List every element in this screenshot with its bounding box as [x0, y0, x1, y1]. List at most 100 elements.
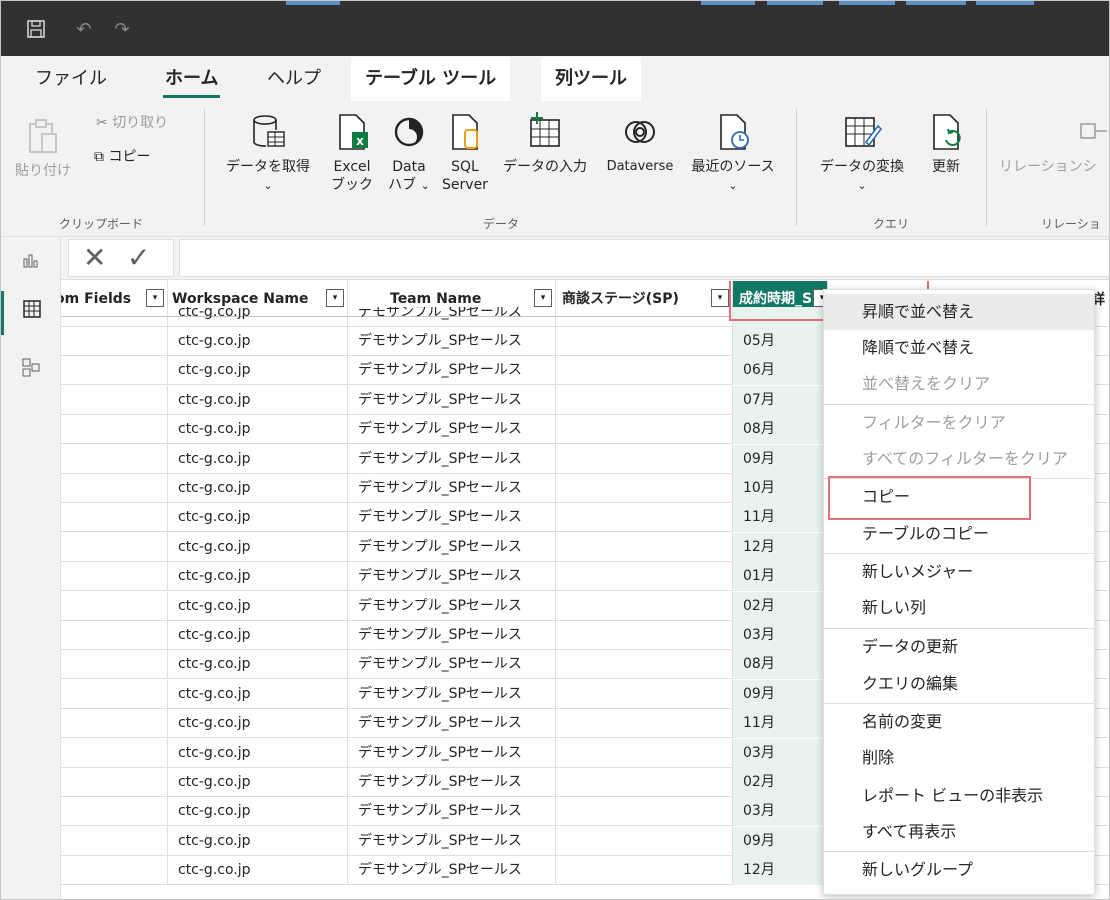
filter-dropdown-icon[interactable]: ▾: [534, 289, 552, 307]
table-cell[interactable]: デモサンプル_SPセールス: [348, 738, 556, 768]
table-cell[interactable]: 12月: [733, 532, 828, 562]
table-cell[interactable]: [61, 503, 168, 533]
table-cell[interactable]: [556, 474, 733, 503]
table-cell[interactable]: デモサンプル_SPセールス: [348, 621, 556, 650]
redo-icon[interactable]: ↷: [111, 19, 133, 41]
menu-item-new-measure[interactable]: 新しいメジャー: [824, 554, 1094, 590]
table-cell[interactable]: [61, 650, 168, 680]
tab-column-tools[interactable]: 列ツール: [541, 57, 641, 101]
table-cell[interactable]: デモサンプル_SPセールス: [348, 327, 556, 356]
table-cell[interactable]: デモサンプル_SPセールス: [348, 562, 556, 592]
table-cell[interactable]: [556, 562, 733, 592]
table-cell[interactable]: ctc-g.co.jp: [168, 474, 348, 503]
table-cell[interactable]: デモサンプル_SPセールス: [348, 503, 556, 533]
menu-item-rename[interactable]: 名前の変更: [824, 704, 1094, 740]
table-cell[interactable]: [556, 503, 733, 533]
table-cell[interactable]: デモサンプル_SPセールス: [348, 650, 556, 680]
table-cell[interactable]: [61, 709, 168, 739]
close-icon[interactable]: ✕: [83, 243, 106, 273]
check-icon[interactable]: ✓: [127, 243, 150, 273]
transform-data-button[interactable]: データの変換 ⌄: [806, 112, 918, 195]
table-cell[interactable]: 12月: [733, 856, 828, 886]
table-cell[interactable]: [61, 621, 168, 650]
menu-item-hide-in-report-view[interactable]: レポート ビューの非表示: [824, 778, 1094, 814]
formula-input[interactable]: [179, 239, 1109, 277]
table-cell[interactable]: デモサンプル_SPセールス: [348, 797, 556, 827]
filter-dropdown-icon[interactable]: ▾: [146, 289, 164, 307]
copy-button[interactable]: ⧉ コピー: [94, 148, 150, 166]
tab-home[interactable]: ホーム: [163, 66, 221, 98]
table-cell[interactable]: [61, 327, 168, 356]
table-cell[interactable]: ctc-g.co.jp: [168, 356, 348, 386]
table-cell[interactable]: 03月: [733, 797, 828, 827]
table-cell[interactable]: [556, 856, 733, 886]
table-cell[interactable]: [61, 415, 168, 445]
menu-item-edit-query[interactable]: クエリの編集: [824, 666, 1094, 702]
menu-item-delete[interactable]: 削除: [824, 740, 1094, 776]
sql-server-button[interactable]: SQL Server: [439, 112, 491, 194]
table-cell[interactable]: [556, 621, 733, 650]
excel-workbook-button[interactable]: x Excel ブック: [325, 112, 379, 194]
table-cell[interactable]: [61, 679, 168, 709]
table-cell[interactable]: 08月: [733, 415, 828, 445]
dataverse-button[interactable]: Dataverse: [601, 112, 679, 176]
table-cell[interactable]: 10月: [733, 474, 828, 503]
menu-item-refresh-data[interactable]: データの更新: [824, 629, 1094, 665]
table-cell[interactable]: 09月: [733, 444, 828, 474]
table-cell[interactable]: [556, 385, 733, 415]
table-cell[interactable]: デモサンプル_SPセールス: [348, 856, 556, 886]
paste-button[interactable]: 貼り付け: [13, 116, 73, 180]
table-cell[interactable]: [61, 474, 168, 503]
table-cell[interactable]: ctc-g.co.jp: [168, 591, 348, 621]
table-cell[interactable]: 03月: [733, 621, 828, 650]
table-cell[interactable]: ctc-g.co.jp: [168, 503, 348, 533]
table-cell[interactable]: [61, 532, 168, 562]
table-cell[interactable]: 05月: [733, 327, 828, 356]
menu-item-clear-sort[interactable]: 並べ替えをクリア: [824, 366, 1094, 402]
table-cell[interactable]: 11月: [733, 503, 828, 533]
table-cell[interactable]: ctc-g.co.jp: [168, 738, 348, 768]
table-cell[interactable]: デモサンプル_SPセールス: [348, 826, 556, 856]
menu-item-unhide-all[interactable]: すべて再表示: [824, 814, 1094, 850]
table-cell[interactable]: ctc-g.co.jp: [168, 562, 348, 592]
tab-file[interactable]: ファイル: [33, 66, 109, 92]
table-cell[interactable]: [61, 738, 168, 768]
table-cell[interactable]: 02月: [733, 591, 828, 621]
table-cell[interactable]: [556, 327, 733, 356]
table-cell[interactable]: 09月: [733, 826, 828, 856]
table-cell[interactable]: ctc-g.co.jp: [168, 415, 348, 445]
menu-item-new-column[interactable]: 新しい列: [824, 590, 1094, 626]
recent-sources-button[interactable]: 最近のソース ⌄: [679, 112, 787, 195]
table-cell[interactable]: [556, 650, 733, 680]
table-cell[interactable]: [556, 444, 733, 474]
menu-item-copy-table[interactable]: テーブルのコピー: [824, 516, 1094, 552]
table-cell[interactable]: デモサンプル_SPセールス: [348, 591, 556, 621]
enter-data-button[interactable]: データの入力: [491, 112, 599, 176]
manage-relationships-button[interactable]: リレーションシ: [999, 112, 1109, 176]
table-cell[interactable]: デモサンプル_SPセールス: [348, 356, 556, 386]
table-cell[interactable]: ctc-g.co.jp: [168, 709, 348, 739]
table-cell[interactable]: [556, 532, 733, 562]
table-cell[interactable]: ctc-g.co.jp: [168, 650, 348, 680]
data-view-icon[interactable]: [1, 291, 60, 335]
table-cell[interactable]: デモサンプル_SPセールス: [348, 768, 556, 797]
table-cell[interactable]: [61, 356, 168, 386]
table-cell[interactable]: 08月: [733, 650, 828, 680]
menu-item-clear-all-filters[interactable]: すべてのフィルターをクリア: [824, 441, 1094, 477]
table-cell[interactable]: [556, 738, 733, 768]
menu-item-clear-filter[interactable]: フィルターをクリア: [824, 405, 1094, 441]
table-cell[interactable]: 11月: [733, 709, 828, 739]
save-icon[interactable]: [25, 19, 47, 41]
table-cell[interactable]: [61, 385, 168, 415]
table-cell[interactable]: [61, 797, 168, 827]
table-cell[interactable]: ctc-g.co.jp: [168, 327, 348, 356]
table-cell[interactable]: [61, 768, 168, 797]
table-cell[interactable]: [556, 797, 733, 827]
table-cell[interactable]: ctc-g.co.jp: [168, 856, 348, 886]
table-cell[interactable]: ctc-g.co.jp: [168, 532, 348, 562]
table-cell[interactable]: デモサンプル_SPセールス: [348, 385, 556, 415]
cut-button[interactable]: ✂ 切り取り: [96, 114, 168, 132]
table-cell[interactable]: [61, 591, 168, 621]
table-cell[interactable]: デモサンプル_SPセールス: [348, 415, 556, 445]
table-cell[interactable]: [556, 415, 733, 445]
